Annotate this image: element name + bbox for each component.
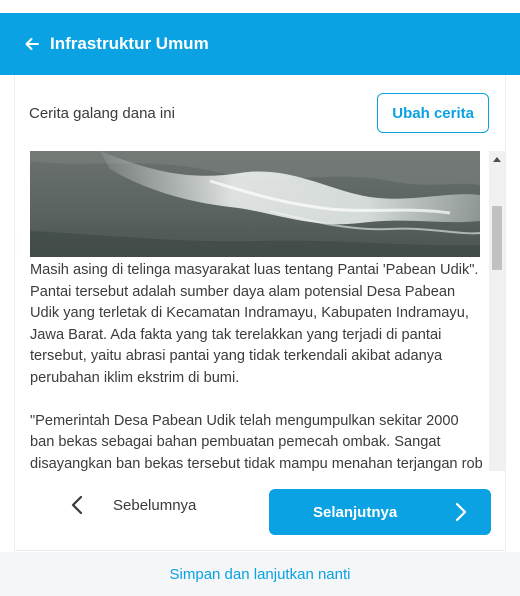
scrollbar[interactable] — [489, 151, 505, 471]
footer: Simpan dan lanjutkan nanti — [0, 552, 520, 596]
previous-button[interactable]: Sebelumnya — [71, 495, 196, 515]
status-strip — [0, 0, 520, 13]
chevron-left-icon — [71, 495, 83, 515]
story-content[interactable]: Masih asing di telinga masyarakat luas t… — [14, 151, 506, 471]
page-title: Infrastruktur Umum — [50, 34, 209, 53]
next-button[interactable]: Selanjutnya — [269, 489, 491, 535]
step-navigation: Sebelumnya Selanjutnya — [14, 471, 506, 551]
story-paragraph: "Pemerintah Desa Pabean Udik telah mengu… — [30, 412, 483, 472]
next-label: Selanjutnya — [313, 503, 398, 521]
edit-story-button[interactable]: Ubah cerita — [377, 93, 489, 133]
scrollbar-thumb[interactable] — [492, 206, 502, 270]
back-button[interactable] — [0, 13, 48, 75]
triangle-up-icon — [493, 157, 501, 162]
arrow-left-icon — [25, 38, 39, 50]
story-text: Masih asing di telinga masyarakat luas t… — [30, 260, 486, 471]
chevron-right-icon — [455, 502, 467, 522]
story-section-header: Cerita galang dana ini Ubah cerita — [14, 75, 506, 151]
story-image — [30, 151, 480, 257]
previous-label: Sebelumnya — [113, 496, 197, 514]
section-title: Cerita galang dana ini — [29, 104, 175, 122]
save-and-continue-later-link[interactable]: Simpan dan lanjutkan nanti — [170, 566, 351, 583]
app-bar: Infrastruktur Umum — [0, 13, 520, 75]
story-paragraph: Masih asing di telinga masyarakat luas t… — [30, 262, 479, 386]
scroll-up-button[interactable] — [489, 151, 505, 167]
